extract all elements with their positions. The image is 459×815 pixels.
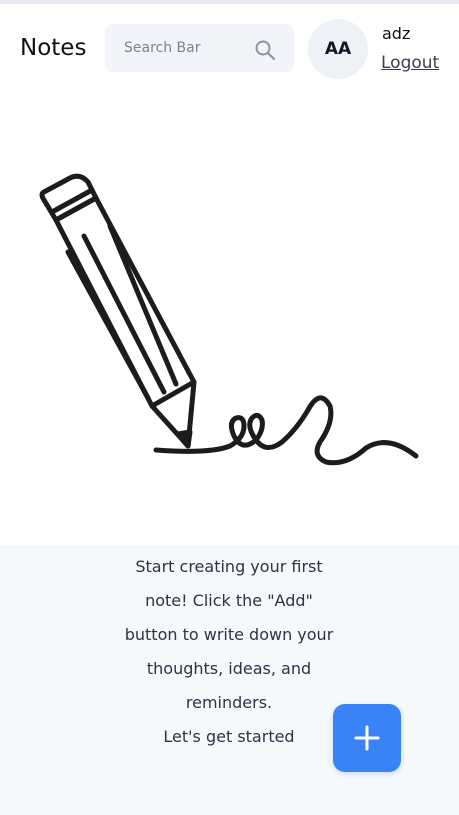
app-header: Notes AA adz Logout [0, 4, 459, 92]
pencil-writing-icon [39, 173, 419, 466]
search-input[interactable] [105, 24, 255, 72]
empty-state-line: Let's get started [163, 727, 295, 746]
empty-state-line: button to write down your [124, 625, 334, 644]
empty-state-message: Start creating your first note! Click th… [108, 550, 350, 754]
empty-state-line: thoughts, ideas, and [146, 659, 312, 678]
empty-state-line: reminders. [185, 693, 273, 712]
empty-state-line: Start creating your first [135, 557, 323, 576]
plus-icon [354, 725, 380, 751]
add-note-button[interactable] [333, 704, 401, 772]
username: adz [382, 24, 411, 43]
avatar[interactable]: AA [308, 19, 368, 79]
app-title: Notes [20, 35, 87, 61]
logout-link[interactable]: Logout [381, 53, 439, 73]
empty-state-line: note! Click the "Add" [145, 591, 313, 610]
search-icon[interactable] [253, 38, 277, 62]
